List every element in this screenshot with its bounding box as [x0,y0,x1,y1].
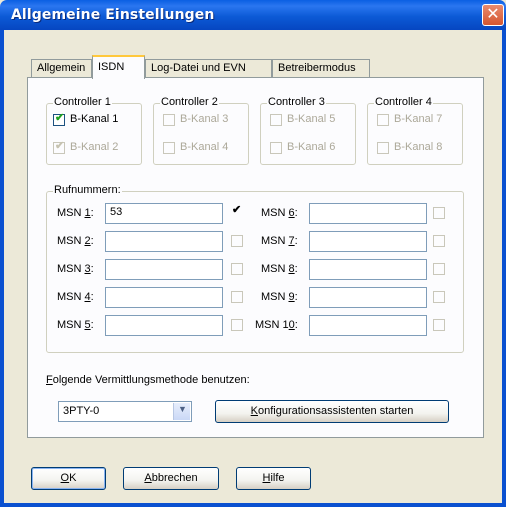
msn-9-label: MSN 9: [261,291,298,303]
msn-8-field[interactable] [309,259,427,280]
close-icon: ✕ [486,4,500,23]
msn-10-field[interactable] [309,315,427,336]
rufnummern-title: Rufnummern: [53,184,122,196]
check-icon: ✔ [232,204,242,216]
tab-log-datei[interactable]: Log-Datei und EVN [145,59,272,77]
window-frame-left [0,30,4,507]
b-kanal-6-checkbox[interactable] [270,142,282,154]
msn-2-field[interactable] [105,231,223,252]
dropdown-arrow[interactable]: ▼ [173,403,190,420]
window-title: Allgemeine Einstellungen [11,7,215,23]
isdn-panel: Controller 1 ✔ B-Kanal 1 ✔ B-Kanal 2 Con… [27,77,484,438]
b-kanal-3-checkbox[interactable] [163,114,175,126]
msn-5-label: MSN 5: [57,319,94,331]
msn-7-checkbox[interactable] [433,235,445,247]
msn-3-checkbox[interactable] [231,263,243,275]
msn-3-field[interactable] [105,259,223,280]
wizard-button[interactable]: Konfigurationsassistenten starten [215,400,449,423]
msn-6-field[interactable] [309,203,427,224]
controller-2-group: Controller 2 B-Kanal 3 B-Kanal 4 [153,96,249,165]
window-frame-right [502,30,506,507]
controller-3-group: Controller 3 B-Kanal 5 B-Kanal 6 [260,96,356,165]
controller-1-title: Controller 1 [53,96,112,108]
msn-10-label: MSN 10: [255,319,298,331]
rufnummern-group: Rufnummern: MSN 1: 53 ✔ MSN 2: MSN 3: MS… [46,184,464,353]
b-kanal-1-label: B-Kanal 1 [70,113,119,125]
cancel-button[interactable]: Abbrechen [123,467,219,490]
title-bar[interactable]: Allgemeine Einstellungen ✕ [0,0,506,30]
b-kanal-4-checkbox[interactable] [163,142,175,154]
msn-1-label: MSN 1: [57,207,94,219]
msn-10-checkbox[interactable] [433,319,445,331]
b-kanal-8-label: B-Kanal 8 [394,141,443,153]
method-select[interactable]: 3PTY-0 ▼ [58,401,192,422]
msn-5-checkbox[interactable] [231,319,243,331]
msn-9-checkbox[interactable] [433,291,445,303]
msn-6-checkbox[interactable] [433,207,445,219]
b-kanal-7-label: B-Kanal 7 [394,113,443,125]
msn-8-checkbox[interactable] [433,263,445,275]
b-kanal-6-label: B-Kanal 6 [287,141,336,153]
controller-1-group: Controller 1 ✔ B-Kanal 1 ✔ B-Kanal 2 [46,96,142,165]
msn-1-checkbox[interactable]: ✔ [231,204,243,219]
b-kanal-3-label: B-Kanal 3 [180,113,229,125]
msn-8-label: MSN 8: [261,263,298,275]
close-button[interactable]: ✕ [482,4,504,26]
msn-4-checkbox[interactable] [231,291,243,303]
tab-isdn[interactable]: ISDN [92,55,145,79]
msn-1-field[interactable]: 53 [105,203,223,224]
ok-button[interactable]: OK [31,467,106,490]
msn-3-label: MSN 3: [57,263,94,275]
controller-2-title: Controller 2 [160,96,219,108]
settings-dialog: Allgemeine Einstellungen ✕ Allgemein ISD… [0,0,506,507]
controller-4-title: Controller 4 [374,96,433,108]
msn-9-field[interactable] [309,287,427,308]
b-kanal-2-label: B-Kanal 2 [70,141,119,153]
tab-allgemein[interactable]: Allgemein [31,59,92,77]
check-icon: ✔ [55,112,65,124]
msn-2-checkbox[interactable] [231,235,243,247]
help-button[interactable]: Hilfe [236,467,311,490]
msn-4-label: MSN 4: [57,291,94,303]
b-kanal-5-checkbox[interactable] [270,114,282,126]
msn-7-field[interactable] [309,231,427,252]
controller-4-group: Controller 4 B-Kanal 7 B-Kanal 8 [367,96,463,165]
check-icon: ✔ [55,140,65,152]
b-kanal-1-checkbox[interactable]: ✔ [53,112,65,126]
msn-2-label: MSN 2: [57,235,94,247]
method-selected-value: 3PTY-0 [63,405,100,417]
window-frame-bottom [0,503,506,507]
b-kanal-2-checkbox[interactable]: ✔ [53,140,65,154]
controller-3-title: Controller 3 [267,96,326,108]
method-label: Folgende Vermittlungsmethode benutzen: [46,374,250,386]
msn-5-field[interactable] [105,315,223,336]
msn-6-label: MSN 6: [261,207,298,219]
b-kanal-7-checkbox[interactable] [377,114,389,126]
chevron-down-icon: ▼ [178,404,187,414]
tab-betreibermodus[interactable]: Betreibermodus [272,59,370,77]
b-kanal-8-checkbox[interactable] [377,142,389,154]
msn-4-field[interactable] [105,287,223,308]
b-kanal-5-label: B-Kanal 5 [287,113,336,125]
msn-7-label: MSN 7: [261,235,298,247]
b-kanal-4-label: B-Kanal 4 [180,141,229,153]
